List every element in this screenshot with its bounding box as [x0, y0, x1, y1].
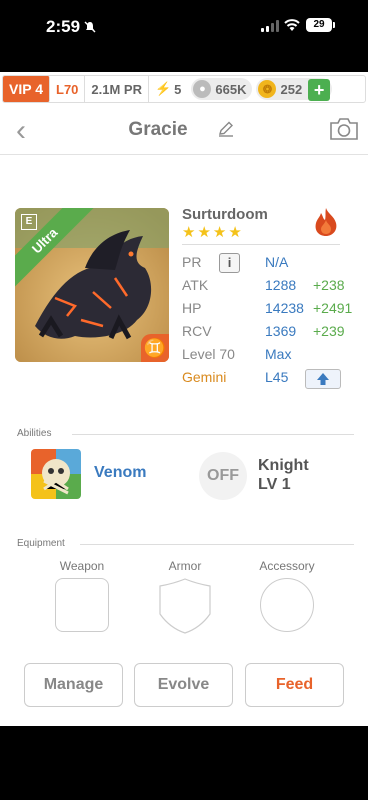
stat-bonus: +238: [313, 277, 345, 293]
stat-row-level: Level 70 Max: [182, 343, 362, 366]
stat-row-sign: Gemini L45: [182, 366, 362, 389]
accessory-slot[interactable]: [260, 578, 314, 632]
stat-bonus: +2491: [313, 300, 353, 316]
stat-label: Gemini: [182, 369, 227, 385]
page-header: ‹ Gracie: [0, 108, 368, 155]
creature-portrait[interactable]: Ultra E ♊: [15, 208, 169, 362]
armor-slot[interactable]: [158, 578, 212, 634]
accessory-label: Accessory: [259, 559, 315, 573]
stat-value: N/A: [265, 254, 289, 270]
stat-row-hp: HP 14238 +2491: [182, 297, 362, 320]
abilities-title: Abilities: [17, 428, 52, 439]
power-rating: 2.1M PR: [85, 76, 149, 102]
stat-label: RCV: [182, 323, 212, 339]
energy-counter[interactable]: ⚡ 5: [149, 76, 187, 102]
manage-button[interactable]: Manage: [24, 663, 123, 707]
evolve-button[interactable]: Evolve: [134, 663, 233, 707]
stat-row-rcv: RCV 1369 +239: [182, 320, 362, 343]
resource-bar: VIP 4 L70 2.1M PR ⚡ 5 ● 665K ❂ 252 +: [2, 75, 366, 103]
stat-bonus: +239: [313, 323, 345, 339]
edit-name-icon[interactable]: [217, 120, 235, 138]
star-rating: ★ ★ ★ ★: [182, 223, 242, 241]
stats-divider: [182, 244, 340, 245]
creature-name: Surturdoom: [182, 206, 268, 223]
food-value: 665K: [215, 81, 247, 97]
wifi-icon: [284, 19, 300, 31]
armor-label: Armor: [168, 559, 202, 573]
stat-value: 14238: [265, 300, 304, 316]
gold-counter[interactable]: ❂ 252 +: [256, 78, 333, 101]
stat-label: PR: [182, 254, 202, 270]
fire-element-icon: [315, 208, 337, 236]
star-icon: ★: [212, 224, 227, 241]
weapon-slot[interactable]: [55, 578, 109, 632]
weapon-label: Weapon: [59, 559, 105, 573]
battery-icon: 29: [306, 18, 335, 32]
stat-label: Level 70: [182, 346, 235, 362]
page-title: Gracie: [128, 119, 188, 140]
stat-label: ATK: [182, 277, 209, 293]
star-icon: ★: [197, 224, 211, 241]
stat-value: 1369: [265, 323, 297, 339]
knight-off-toggle[interactable]: OFF: [199, 452, 247, 500]
stat-row-pr: PR i N/A: [182, 251, 362, 274]
feed-button[interactable]: Feed: [245, 663, 344, 707]
status-time: 2:59: [46, 17, 81, 36]
cell-signal-icon: [261, 20, 279, 32]
gold-value: 252: [280, 81, 303, 97]
energy-value: 5: [174, 81, 182, 97]
gemini-sign-icon: ♊: [141, 334, 169, 362]
food-counter[interactable]: ● 665K: [191, 78, 253, 100]
bell-muted-icon: [84, 21, 96, 33]
gold-coin-icon: ❂: [258, 80, 277, 98]
stat-value: L45: [265, 369, 289, 385]
ability-name[interactable]: Venom: [94, 464, 146, 482]
status-bar: 2:59 29: [0, 0, 368, 72]
stats-table: PR i N/A ATK 1288 +238 HP 14238 +2491 RC…: [182, 251, 362, 389]
knight-level: LV 1: [258, 476, 291, 493]
element-tag: E: [21, 214, 37, 230]
stat-label: HP: [182, 300, 202, 316]
venom-ability-icon[interactable]: [31, 449, 81, 499]
knight-name: Knight: [258, 457, 309, 474]
star-icon: ★: [182, 224, 196, 241]
stat-value: Max: [265, 346, 292, 362]
vip-badge[interactable]: VIP 4: [3, 76, 50, 102]
player-level: L70: [50, 76, 86, 102]
knight-info[interactable]: Knight LV 1: [258, 456, 309, 494]
lightning-icon: ⚡: [154, 81, 172, 96]
add-gold-button[interactable]: +: [308, 79, 331, 101]
abilities-divider: [72, 434, 354, 435]
star-icon: ★: [228, 224, 242, 241]
equipment-title: Equipment: [17, 538, 65, 549]
paw-icon: ●: [193, 80, 212, 98]
pr-info-button[interactable]: i: [219, 253, 240, 273]
creature-detail-screen: VIP 4 L70 2.1M PR ⚡ 5 ● 665K ❂ 252 + ‹ G…: [0, 72, 368, 726]
arrow-up-icon: [317, 373, 329, 385]
equipment-divider: [80, 544, 354, 545]
stat-value: 1288: [265, 277, 297, 293]
camera-icon[interactable]: [329, 116, 359, 142]
sign-upgrade-button[interactable]: [305, 369, 341, 389]
stat-row-atk: ATK 1288 +238: [182, 274, 362, 297]
